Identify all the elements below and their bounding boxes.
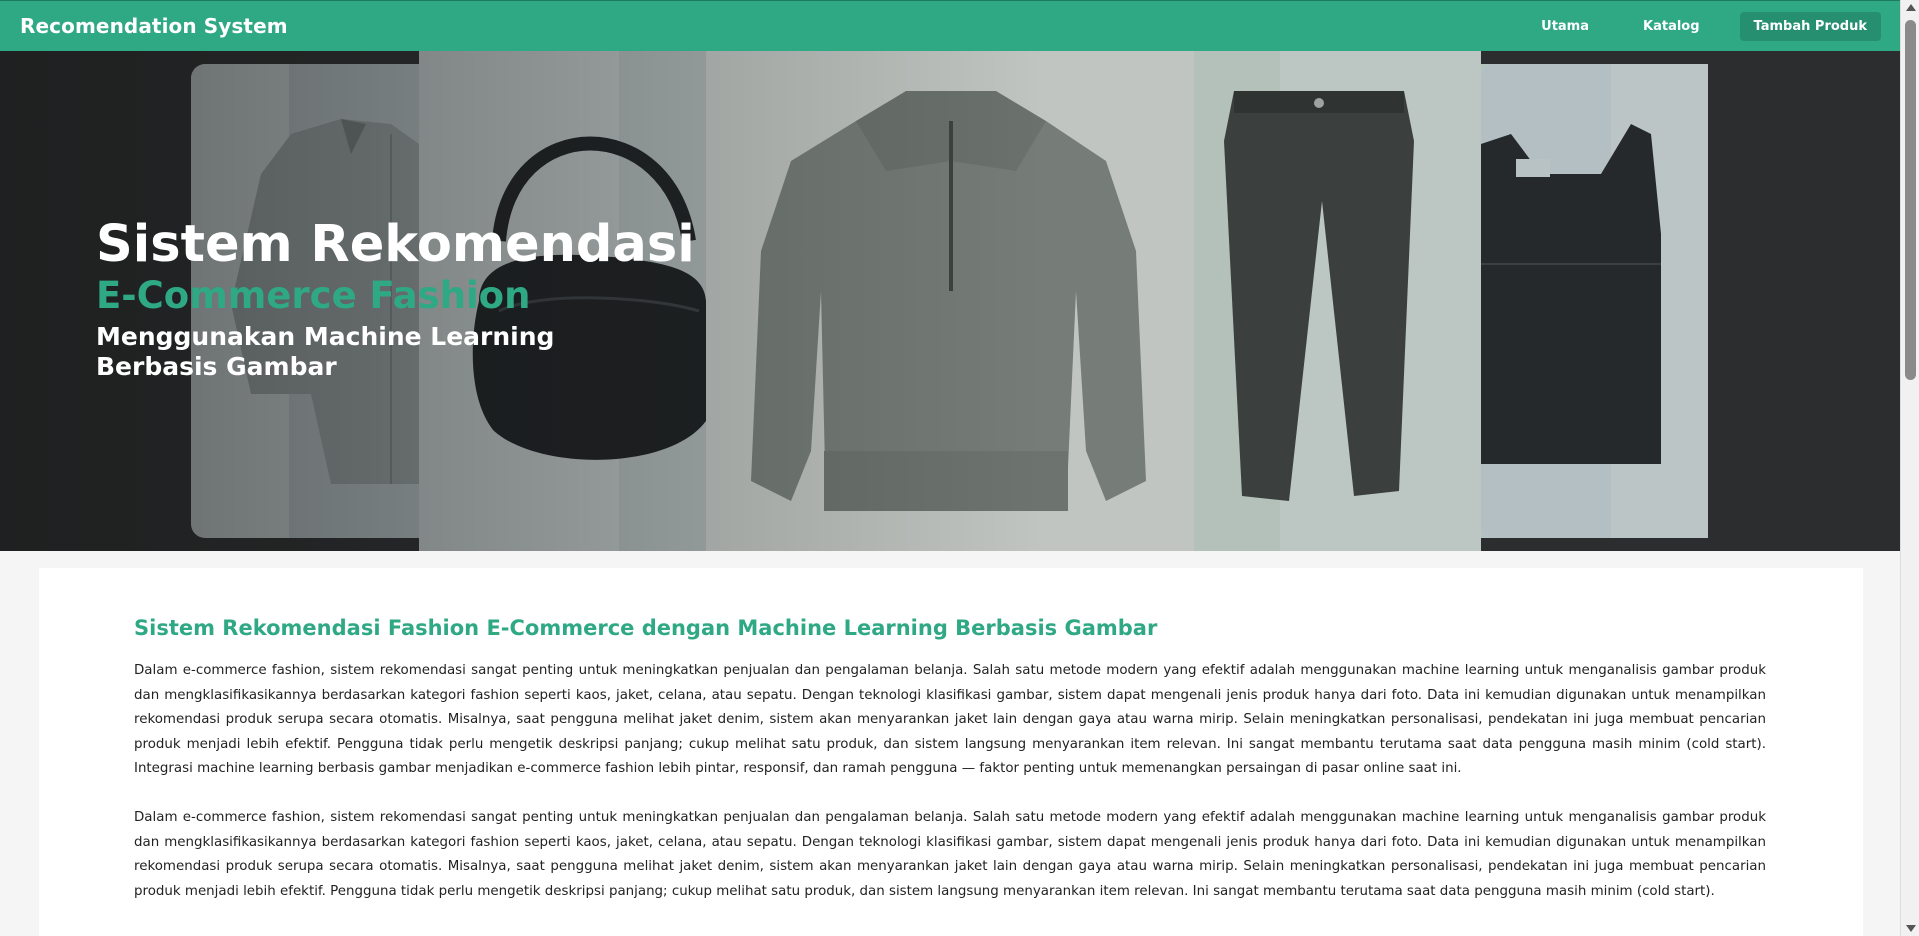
content-title: Sistem Rekomendasi Fashion E-Commerce de… [134,616,1158,640]
sweater-image [706,51,1194,551]
brand-logo-text[interactable]: Recomendation System [20,14,288,38]
page-scrollbar[interactable] [1900,0,1919,936]
content-card: Sistem Rekomendasi Fashion E-Commerce de… [39,568,1863,936]
hero-tagline: Menggunakan Machine Learning Berbasis Ga… [96,322,555,381]
nav-link-katalog[interactable]: Katalog [1629,12,1714,41]
hero-title: Sistem Rekomendasi [96,215,695,274]
nav-links: Utama Katalog Tambah Produk [1501,11,1881,41]
scroll-up-arrow-icon[interactable] [1906,4,1916,11]
jeans-image [1194,51,1481,551]
nav-link-utama[interactable]: Utama [1527,12,1603,41]
hero-banner: Sistem Rekomendasi E-Commerce Fashion Me… [0,51,1900,551]
nav-link-tambah-produk[interactable]: Tambah Produk [1739,11,1881,41]
content-paragraph-1: Dalam e-commerce fashion, sistem rekomen… [134,663,1766,776]
hero-subtitle: E-Commerce Fashion [96,274,531,317]
content-paragraph-2: Dalam e-commerce fashion, sistem rekomen… [134,810,1766,899]
hero-text-block: Sistem Rekomendasi E-Commerce Fashion Me… [96,216,695,382]
leather-top-image [1481,64,1708,538]
scroll-thumb[interactable] [1905,20,1916,380]
navbar: Recomendation System Utama Katalog Tamba… [0,0,1900,51]
scroll-down-arrow-icon[interactable] [1906,925,1916,932]
